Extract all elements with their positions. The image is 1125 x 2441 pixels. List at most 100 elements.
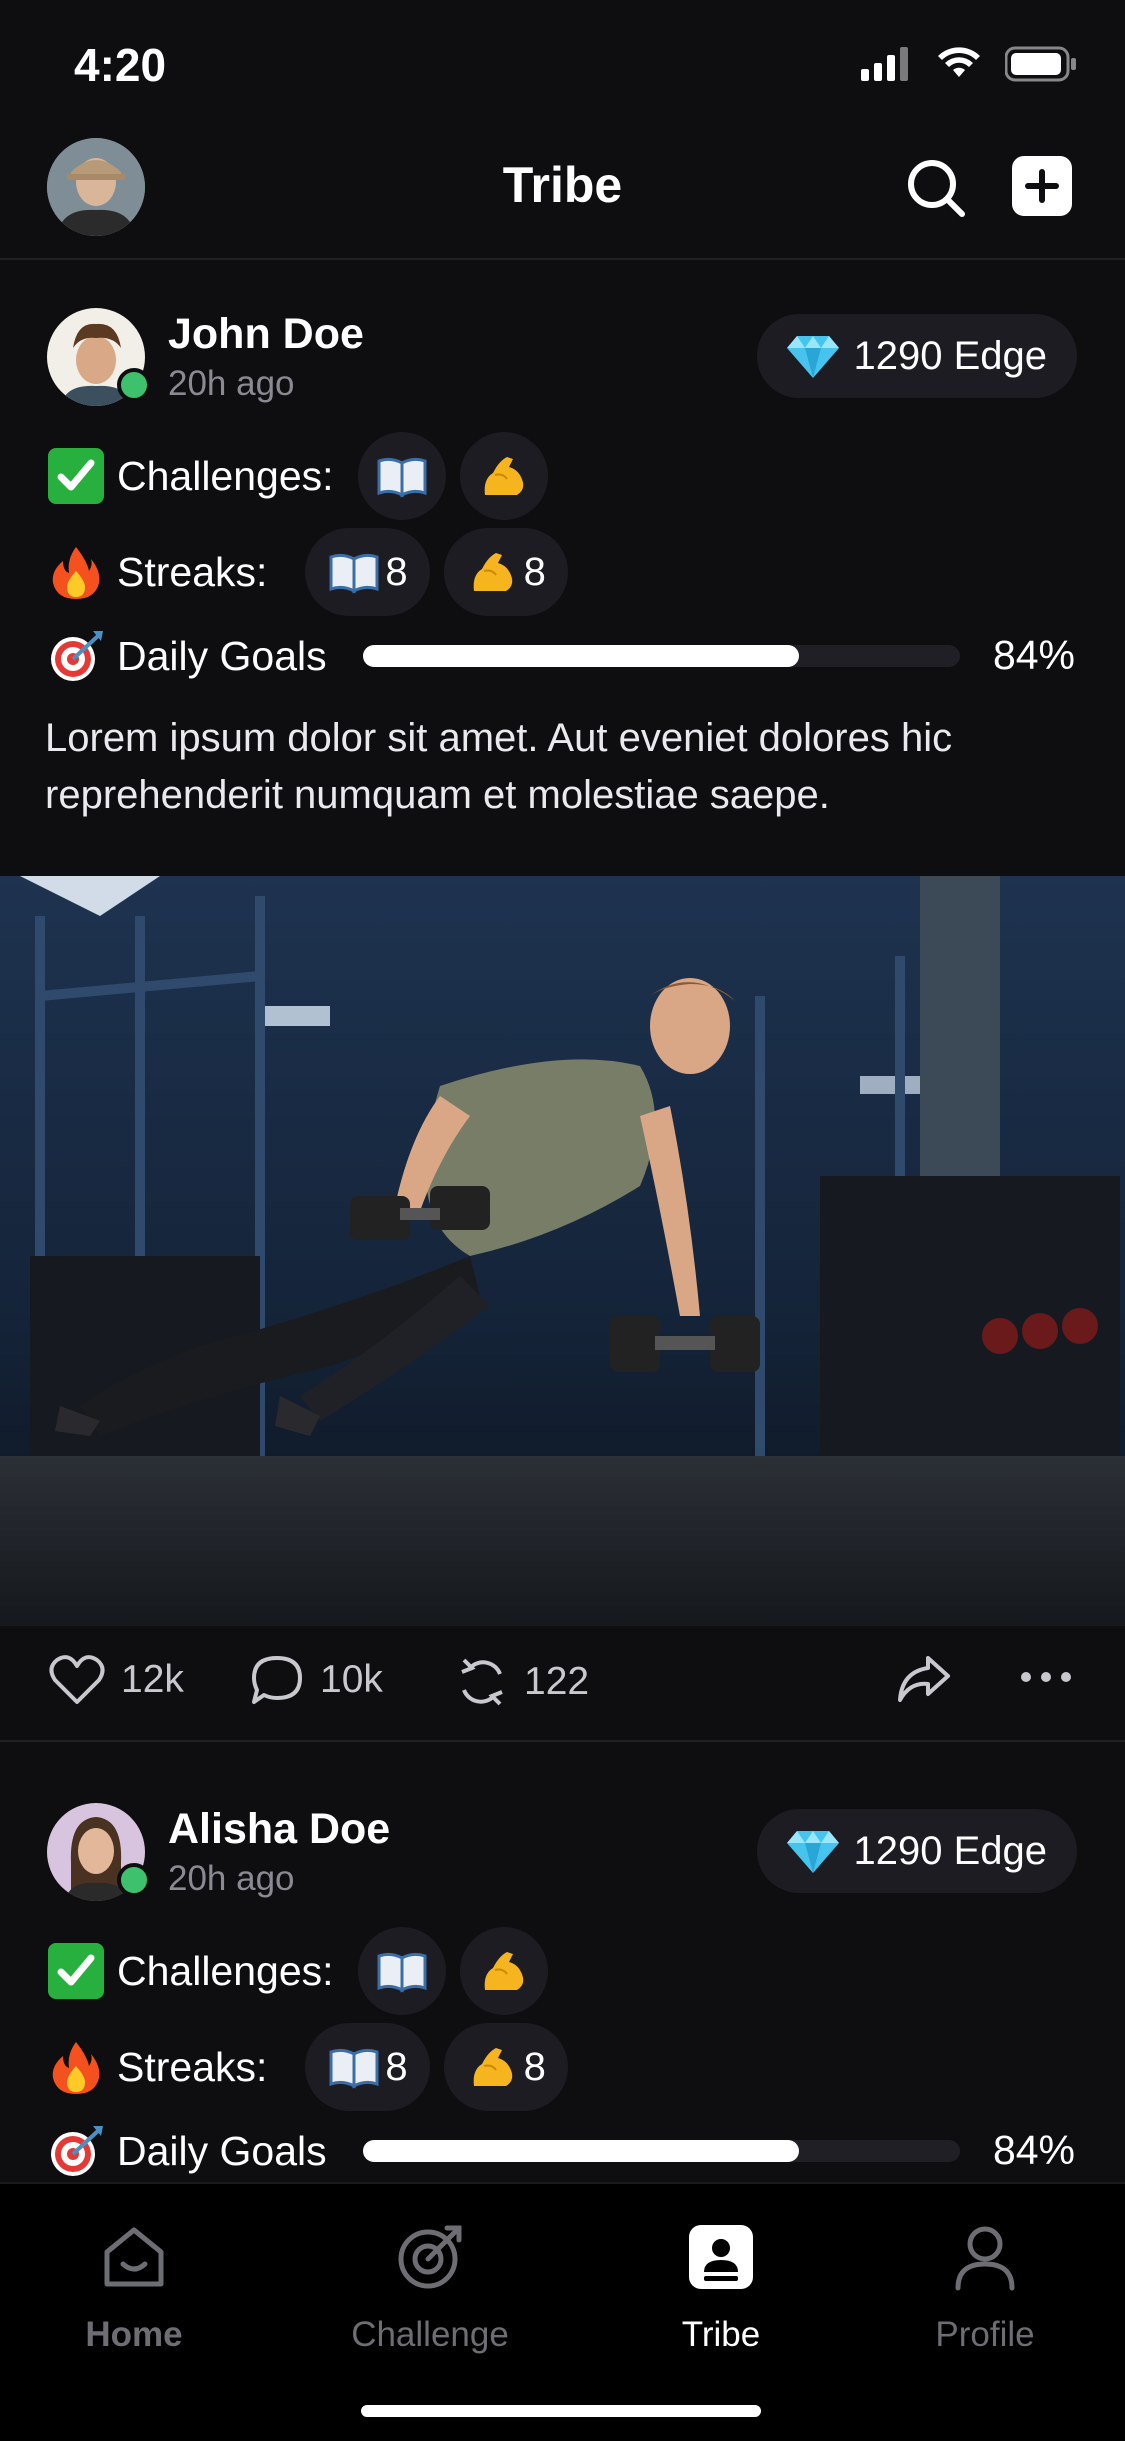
challenges-row: Challenges:: [0, 428, 1125, 524]
streak-count: 8: [523, 549, 546, 594]
comment-icon: [252, 1656, 302, 1704]
author-avatar[interactable]: [47, 1803, 151, 1901]
feed-post: John Doe 20h ago 1290 Edge Challenges: S…: [0, 308, 1125, 824]
streak-chip-reading[interactable]: 8: [305, 2023, 430, 2111]
tab-challenge[interactable]: Challenge: [330, 2222, 530, 2355]
plus-icon: [1025, 169, 1059, 203]
flexed-bicep-icon: [473, 553, 512, 591]
check-mark-icon: [48, 448, 104, 504]
check-mark-icon: [48, 1943, 104, 1999]
daily-goals-row: Daily Goals 84%: [0, 2115, 1125, 2187]
challenges-row: Challenges:: [0, 1923, 1125, 2019]
online-status-dot: [117, 368, 151, 402]
edge-badge: 1290 Edge: [757, 314, 1077, 398]
home-indicator[interactable]: [361, 2405, 761, 2417]
comment-count: 10k: [320, 1658, 383, 1701]
status-time: 4:20: [74, 39, 167, 91]
post-text: Lorem ipsum dolor sit amet. Aut eveniet …: [45, 716, 953, 817]
share-button[interactable]: [896, 1654, 952, 1706]
streak-count: 8: [523, 2044, 546, 2089]
target-dart-icon: [51, 2126, 103, 2176]
daily-goals-percent: 84%: [992, 2127, 1075, 2173]
repost-button[interactable]: 122: [456, 1654, 589, 1710]
book-icon: [377, 457, 427, 498]
repost-icon: [461, 1658, 503, 1706]
target-icon: [398, 2225, 462, 2289]
daily-goals-label: Daily Goals: [117, 632, 327, 679]
book-icon: [329, 553, 379, 594]
target-dart-icon: [51, 631, 103, 681]
wifi-icon: [938, 47, 980, 77]
streak-count: 8: [385, 549, 408, 594]
author-name[interactable]: John Doe: [168, 310, 364, 359]
edge-badge: 1290 Edge: [757, 1809, 1077, 1893]
tab-label: Challenge: [351, 2315, 509, 2354]
post-header: Alisha Doe 20h ago 1290 Edge: [0, 1803, 1125, 1923]
comment-button[interactable]: 10k: [250, 1654, 383, 1706]
streak-chip-workout[interactable]: 8: [443, 528, 568, 616]
tab-tribe[interactable]: Tribe: [621, 2222, 821, 2355]
challenges-label: Challenges:: [117, 452, 334, 499]
streak-chip-reading[interactable]: 8: [305, 528, 430, 616]
post-time: 20h ago: [168, 364, 295, 403]
search-icon: [908, 160, 965, 217]
daily-goals-progress: [363, 2140, 960, 2162]
signal-icon: [861, 47, 908, 81]
search-button[interactable]: [904, 156, 968, 220]
streaks-label: Streaks:: [117, 2043, 268, 2090]
flexed-bicep-icon: [473, 2048, 512, 2086]
daily-goals-progress: [363, 645, 960, 667]
online-status-dot: [117, 1863, 151, 1897]
status-icons: [861, 46, 1077, 82]
app-header: Tribe: [0, 130, 1125, 260]
post-image[interactable]: [0, 876, 1125, 1626]
streak-chip-workout[interactable]: 8: [443, 2023, 568, 2111]
streak-count: 8: [385, 2044, 408, 2089]
post-time: 20h ago: [168, 1859, 295, 1898]
book-icon: [329, 2048, 379, 2089]
challenge-chip-reading[interactable]: [357, 1927, 446, 2015]
battery-icon: [1005, 46, 1076, 82]
tab-label: Home: [85, 2315, 183, 2354]
post-header: John Doe 20h ago 1290 Edge: [0, 308, 1125, 428]
diamond-icon: [787, 336, 840, 378]
flexed-bicep-icon: [484, 457, 523, 495]
more-icon: [1021, 1672, 1071, 1682]
author-name[interactable]: Alisha Doe: [168, 1805, 390, 1854]
fire-icon: [52, 2042, 100, 2094]
flexed-bicep-icon: [484, 1952, 523, 1990]
streaks-label: Streaks:: [117, 548, 268, 595]
challenge-chip-workout[interactable]: [459, 1927, 548, 2015]
fire-icon: [52, 547, 100, 599]
progress-fill: [363, 2140, 800, 2162]
status-bar: 4:20: [0, 0, 1125, 130]
challenge-chip-reading[interactable]: [357, 432, 446, 520]
like-count: 12k: [121, 1658, 184, 1701]
add-post-button[interactable]: [1012, 156, 1072, 216]
tab-profile[interactable]: Profile: [885, 2222, 1085, 2355]
challenge-chip-workout[interactable]: [459, 432, 548, 520]
daily-goals-label: Daily Goals: [117, 2127, 327, 2174]
book-icon: [377, 1952, 427, 1993]
post-actions: 12k 10k 122: [0, 1626, 1125, 1742]
like-button[interactable]: 12k: [49, 1654, 184, 1706]
tab-label: Profile: [935, 2315, 1035, 2354]
feed-post: Alisha Doe 20h ago 1290 Edge Challenges:…: [0, 1803, 1125, 2187]
share-icon: [898, 1656, 950, 1702]
challenges-label: Challenges:: [117, 1947, 334, 1994]
diamond-icon: [787, 1831, 840, 1873]
daily-goals-row: Daily Goals 84%: [0, 620, 1125, 692]
heart-icon: [49, 1655, 105, 1704]
user-icon: [955, 2226, 1015, 2291]
edge-value: 1290 Edge: [853, 333, 1047, 378]
progress-fill: [363, 645, 800, 667]
home-icon: [104, 2227, 164, 2287]
tab-home[interactable]: Home: [34, 2222, 234, 2355]
bottom-tab-bar: Home Challenge Tribe Profile: [0, 2182, 1125, 2441]
streaks-row: Streaks: 8 8: [0, 524, 1125, 620]
edge-value: 1290 Edge: [853, 1828, 1047, 1873]
more-options-button[interactable]: [1020, 1670, 1072, 1684]
repost-count: 122: [524, 1660, 590, 1703]
tribe-icon: [689, 2225, 753, 2289]
author-avatar[interactable]: [47, 308, 151, 406]
